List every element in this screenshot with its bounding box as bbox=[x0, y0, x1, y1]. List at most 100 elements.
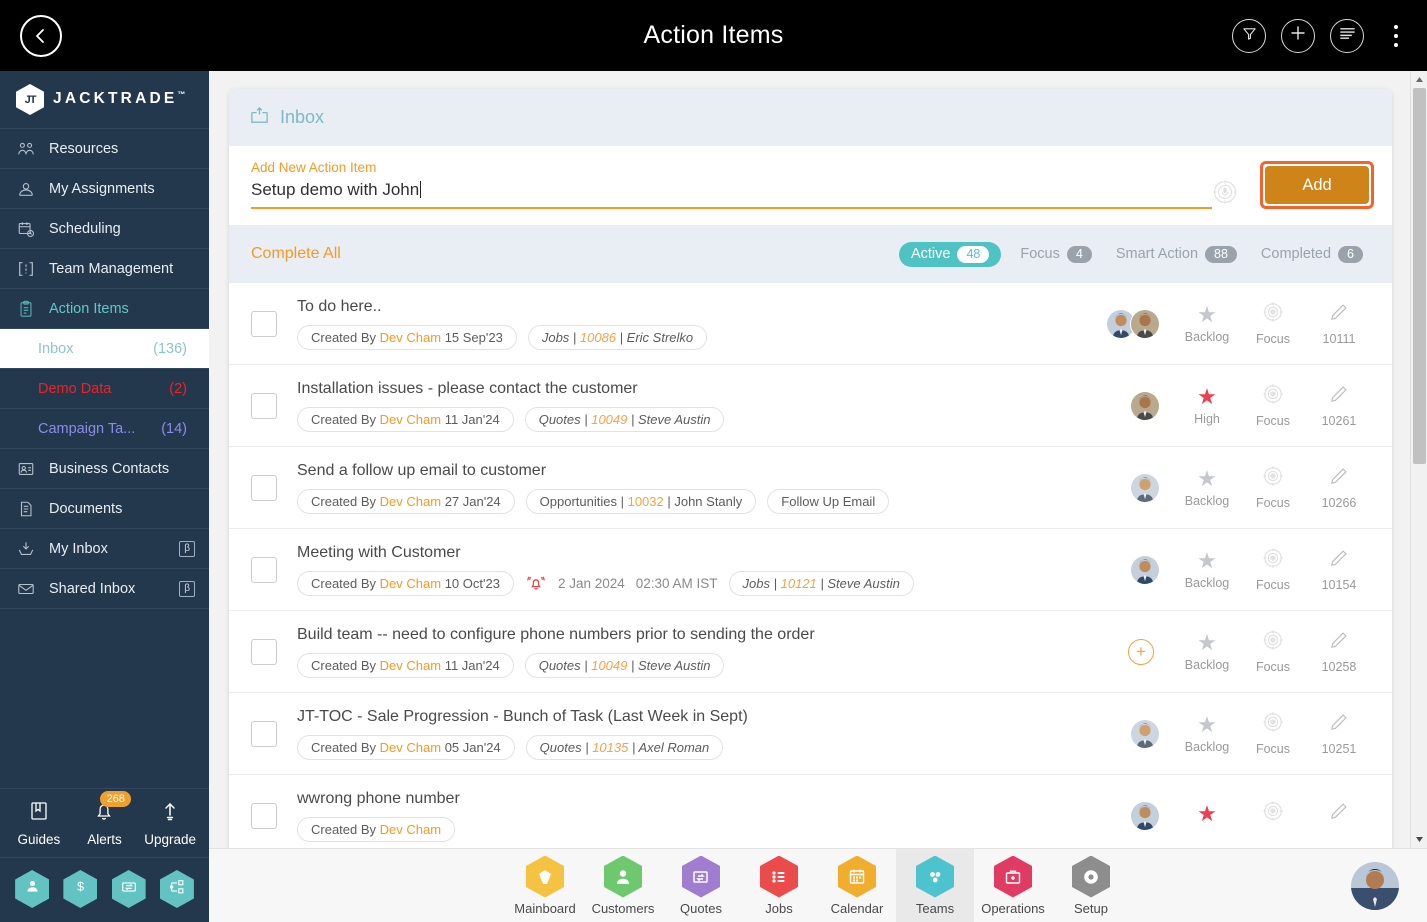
tab-focus[interactable]: Focus 4 bbox=[1015, 242, 1096, 267]
row-checkbox[interactable] bbox=[251, 474, 277, 501]
add-assignee-button[interactable]: + bbox=[1128, 638, 1154, 665]
edit-item-button[interactable]: 10266 bbox=[1306, 465, 1372, 510]
priority-toggle[interactable]: ★ Backlog bbox=[1174, 631, 1240, 672]
row-checkbox[interactable] bbox=[251, 638, 277, 665]
filter-button[interactable] bbox=[1232, 18, 1266, 53]
voice-input-icon[interactable] bbox=[1212, 179, 1238, 205]
bottom-nav-item-customers[interactable]: Customers bbox=[584, 849, 662, 922]
quotes-icon bbox=[682, 855, 720, 898]
reference-chip[interactable]: Jobs | 10086 | Eric Strelko bbox=[527, 324, 708, 350]
guides-button[interactable]: Guides bbox=[8, 799, 70, 847]
book-icon bbox=[27, 799, 51, 828]
bottom-nav-item-setup[interactable]: Setup bbox=[1052, 849, 1130, 922]
edit-item-button[interactable] bbox=[1306, 800, 1372, 831]
priority-toggle[interactable]: ★ Backlog bbox=[1174, 549, 1240, 590]
reminder-bell-icon[interactable] bbox=[525, 573, 547, 593]
table-row[interactable]: To do here.. Created By Dev Cham 15 Sep'2… bbox=[229, 283, 1392, 365]
reference-chip[interactable]: Quotes | 10049 | Steve Austin bbox=[524, 652, 725, 678]
row-checkbox[interactable] bbox=[251, 802, 277, 829]
shortcut-dollar[interactable]: $ bbox=[63, 870, 98, 908]
user-avatar[interactable] bbox=[1351, 862, 1399, 910]
shortcut-person[interactable] bbox=[15, 870, 50, 908]
bottom-nav-item-teams[interactable]: Teams bbox=[896, 848, 974, 922]
row-checkbox[interactable] bbox=[251, 310, 277, 337]
sidebar-item-shared-inbox[interactable]: Shared Inbox β bbox=[0, 569, 209, 609]
add-action-item-input[interactable]: Setup demo with John bbox=[251, 180, 1212, 209]
edit-item-button[interactable]: 10154 bbox=[1306, 547, 1372, 592]
table-row[interactable]: Meeting with Customer Created By Dev Cham… bbox=[229, 529, 1392, 611]
avatar[interactable] bbox=[1130, 718, 1160, 749]
priority-toggle[interactable]: ★ bbox=[1174, 802, 1240, 829]
add-button[interactable]: Add bbox=[1265, 166, 1369, 204]
focus-toggle[interactable]: Focus bbox=[1240, 383, 1306, 428]
scrollbar-thumb[interactable] bbox=[1413, 88, 1426, 464]
row-checkbox[interactable] bbox=[251, 720, 277, 747]
reference-chip[interactable]: Quotes | 10135 | Axel Roman bbox=[525, 734, 724, 760]
back-button[interactable] bbox=[20, 14, 62, 57]
edit-item-button[interactable]: 10261 bbox=[1306, 383, 1372, 428]
sidebar-item-action-items[interactable]: Action Items bbox=[0, 289, 209, 329]
focus-toggle[interactable]: Focus bbox=[1240, 465, 1306, 510]
focus-toggle[interactable]: Focus bbox=[1240, 711, 1306, 756]
focus-toggle[interactable] bbox=[1240, 800, 1306, 831]
list-view-button[interactable] bbox=[1330, 18, 1364, 53]
focus-toggle[interactable]: Focus bbox=[1240, 547, 1306, 592]
reference-chip[interactable]: Opportunities | 10032 | John Stanly bbox=[525, 488, 757, 514]
edit-item-button[interactable]: 10251 bbox=[1306, 711, 1372, 756]
sidebar-item-inbox[interactable]: Inbox (136) bbox=[0, 329, 209, 369]
avatar[interactable] bbox=[1130, 390, 1160, 421]
bottom-nav-item-calendar[interactable]: Calendar bbox=[818, 849, 896, 922]
table-row[interactable]: Send a follow up email to customer Create… bbox=[229, 447, 1392, 529]
kebab-menu-icon[interactable] bbox=[1383, 19, 1409, 53]
edit-item-button[interactable]: 10111 bbox=[1306, 301, 1372, 346]
priority-toggle[interactable]: ★ Backlog bbox=[1174, 467, 1240, 508]
scroll-down-arrow-icon[interactable] bbox=[1411, 831, 1427, 848]
add-button-header[interactable] bbox=[1281, 18, 1315, 53]
row-checkbox[interactable] bbox=[251, 392, 277, 419]
table-row[interactable]: Build team -- need to configure phone nu… bbox=[229, 611, 1392, 693]
tab-completed[interactable]: Completed 6 bbox=[1256, 242, 1368, 267]
main-scrollbar[interactable] bbox=[1410, 71, 1427, 848]
tab-active[interactable]: Active 48 bbox=[898, 241, 1002, 267]
tag-chip[interactable]: Follow Up Email bbox=[767, 488, 890, 514]
reference-chip[interactable]: Quotes | 10049 | Steve Austin bbox=[524, 406, 725, 432]
bottom-nav-item-jobs[interactable]: Jobs bbox=[740, 849, 818, 922]
sidebar-item-my-inbox[interactable]: My Inbox β bbox=[0, 529, 209, 569]
table-row[interactable]: wwrong phone number Created By Dev Cham ★ bbox=[229, 775, 1392, 848]
edit-item-button[interactable]: 10258 bbox=[1306, 629, 1372, 674]
alerts-button[interactable]: 268 Alerts bbox=[73, 791, 135, 847]
avatar[interactable] bbox=[1130, 554, 1160, 585]
bottom-nav-item-quotes[interactable]: Quotes bbox=[662, 849, 740, 922]
row-checkbox[interactable] bbox=[251, 556, 277, 583]
priority-toggle[interactable]: ★ Backlog bbox=[1174, 303, 1240, 344]
complete-all-button[interactable]: Complete All bbox=[251, 245, 341, 263]
sidebar-item-documents[interactable]: Documents bbox=[0, 489, 209, 529]
table-row[interactable]: JT-TOC - Sale Progression - Bunch of Tas… bbox=[229, 693, 1392, 775]
table-row[interactable]: Installation issues - please contact the… bbox=[229, 365, 1392, 447]
focus-toggle[interactable]: Focus bbox=[1240, 629, 1306, 674]
sidebar-item-demo-data[interactable]: Demo Data (2) bbox=[0, 369, 209, 409]
avatar[interactable] bbox=[1130, 308, 1160, 339]
shortcut-money-transfer[interactable] bbox=[111, 870, 146, 908]
sidebar-item-my-assignments[interactable]: My Assignments bbox=[0, 169, 209, 209]
bottom-nav-item-operations[interactable]: Operations bbox=[974, 849, 1052, 922]
upgrade-button[interactable]: Upgrade bbox=[139, 799, 201, 847]
avatar[interactable] bbox=[1130, 472, 1160, 503]
focus-toggle[interactable]: Focus bbox=[1240, 301, 1306, 346]
sidebar-item-campaign-tasks[interactable]: Campaign Ta... (14) bbox=[0, 409, 209, 449]
sidebar-bottom: Guides 268 Alerts Upgrade $ bbox=[0, 788, 209, 922]
reference-chip[interactable]: Jobs | 10121 | Steve Austin bbox=[728, 570, 914, 596]
sidebar-item-business-contacts[interactable]: Business Contacts bbox=[0, 449, 209, 489]
sidebar-item-team-management[interactable]: Team Management bbox=[0, 249, 209, 289]
bottom-nav-item-mainboard[interactable]: Mainboard bbox=[506, 849, 584, 922]
tab-smart-action[interactable]: Smart Action 88 bbox=[1111, 242, 1242, 267]
priority-toggle[interactable]: ★ Backlog bbox=[1174, 713, 1240, 754]
row-chips: Created By Dev Cham 15 Sep'23 Jobs | 1008… bbox=[297, 324, 1106, 350]
sidebar-item-resources[interactable]: Resources bbox=[0, 129, 209, 169]
avatar[interactable] bbox=[1130, 800, 1160, 831]
sidebar-item-scheduling[interactable]: Scheduling bbox=[0, 209, 209, 249]
priority-toggle[interactable]: ★ High bbox=[1174, 385, 1240, 426]
scroll-up-arrow-icon[interactable] bbox=[1411, 71, 1427, 88]
shortcut-workflow[interactable] bbox=[159, 870, 194, 908]
brand-logo[interactable]: JT JACKTRADE™ bbox=[0, 71, 209, 129]
